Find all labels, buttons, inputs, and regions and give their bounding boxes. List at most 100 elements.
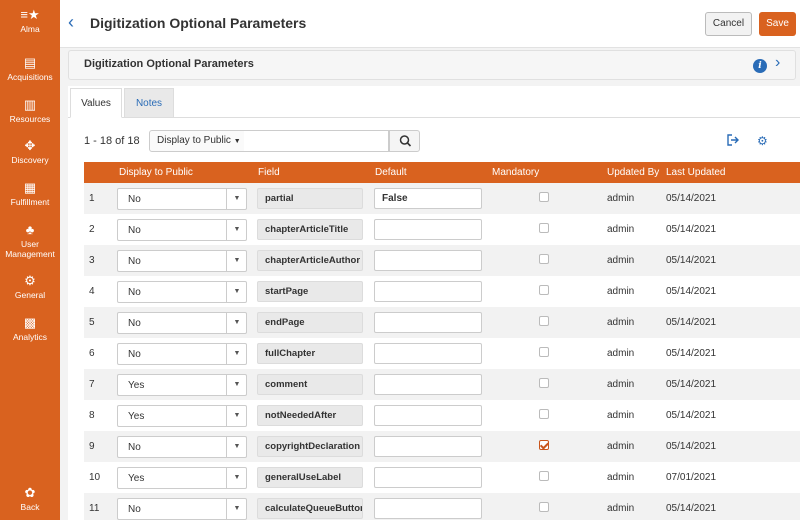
table-row: 4 No ▼ startPage admin 05/14/2021 bbox=[84, 276, 800, 307]
default-value-input[interactable] bbox=[374, 219, 482, 240]
updated-by: admin bbox=[607, 379, 635, 390]
display-to-public-select[interactable]: Yes ▼ bbox=[117, 374, 247, 396]
search-icon bbox=[399, 135, 412, 147]
page-title: Digitization Optional Parameters bbox=[90, 15, 307, 31]
field-name: endPage bbox=[257, 312, 363, 333]
sidebar-item-analytics[interactable]: ▩ Analytics bbox=[0, 315, 60, 342]
save-button[interactable]: Save bbox=[759, 12, 796, 36]
sidebar-back-button[interactable]: ✿ Back bbox=[0, 485, 60, 512]
gear-icon[interactable]: ⚙ bbox=[757, 134, 768, 148]
sidebar-item-acquisitions[interactable]: ▤ Acquisitions bbox=[0, 55, 60, 82]
default-value-input[interactable] bbox=[374, 250, 482, 271]
table-row: 2 No ▼ chapterArticleTitle admin 05/14/2021 bbox=[84, 214, 800, 245]
row-number: 1 bbox=[89, 193, 95, 204]
display-to-public-select[interactable]: No ▼ bbox=[117, 250, 247, 272]
mandatory-checkbox[interactable] bbox=[539, 223, 549, 233]
last-updated: 05/14/2021 bbox=[666, 224, 717, 235]
last-updated: 05/14/2021 bbox=[666, 286, 717, 297]
mandatory-checkbox[interactable] bbox=[539, 440, 549, 450]
default-value-input[interactable] bbox=[374, 467, 482, 488]
tab-notes[interactable]: Notes bbox=[124, 88, 174, 118]
column-header[interactable]: Field bbox=[258, 167, 280, 178]
mandatory-checkbox[interactable] bbox=[539, 378, 549, 388]
display-to-public-select[interactable]: No ▼ bbox=[117, 312, 247, 334]
updated-by: admin bbox=[607, 503, 635, 514]
mandatory-checkbox[interactable] bbox=[539, 409, 549, 419]
mandatory-checkbox[interactable] bbox=[539, 316, 549, 326]
mandatory-checkbox[interactable] bbox=[539, 285, 549, 295]
table-row: 8 Yes ▼ notNeededAfter admin 05/14/2021 bbox=[84, 400, 800, 431]
updated-by: admin bbox=[607, 410, 635, 421]
default-value-input[interactable] bbox=[374, 436, 482, 457]
default-value-input[interactable] bbox=[374, 374, 482, 395]
display-to-public-select[interactable]: Yes ▼ bbox=[117, 467, 247, 489]
search-input[interactable] bbox=[244, 130, 389, 152]
resources-icon: ▥ bbox=[23, 97, 37, 112]
filter-field-select[interactable]: Display to Public ▼ bbox=[149, 130, 245, 152]
alma-menu-icon: ≡★ bbox=[20, 7, 40, 22]
sidebar-item-fulfillment[interactable]: ▦ Fulfillment bbox=[0, 180, 60, 207]
table-row: 11 No ▼ calculateQueueButton admin 05/14/2021 bbox=[84, 493, 800, 520]
tab-values[interactable]: Values bbox=[70, 88, 122, 118]
default-value-input[interactable] bbox=[374, 281, 482, 302]
sidebar-item-alma[interactable]: ≡★ Alma bbox=[0, 7, 60, 34]
row-number: 10 bbox=[89, 472, 101, 483]
display-to-public-value: No bbox=[128, 194, 141, 205]
column-header[interactable]: Updated By bbox=[607, 167, 659, 178]
sidebar-item-resources[interactable]: ▥ Resources bbox=[0, 97, 60, 124]
back-arrow-icon[interactable]: ‹ bbox=[68, 12, 74, 33]
column-header[interactable]: Default bbox=[375, 167, 407, 178]
display-to-public-select[interactable]: No ▼ bbox=[117, 219, 247, 241]
last-updated: 05/14/2021 bbox=[666, 255, 717, 266]
info-icon[interactable]: i bbox=[753, 59, 767, 73]
sidebar-item-general[interactable]: ⚙ General bbox=[0, 273, 60, 300]
table-header: Display to Public Field Default Mandator… bbox=[84, 162, 800, 183]
display-to-public-select[interactable]: No ▼ bbox=[117, 436, 247, 458]
default-value-input[interactable] bbox=[374, 312, 482, 333]
mandatory-checkbox[interactable] bbox=[539, 347, 549, 357]
back-icon: ✿ bbox=[24, 485, 36, 500]
section-title: Digitization Optional Parameters bbox=[84, 58, 254, 70]
acquisitions-icon: ▤ bbox=[23, 55, 37, 70]
last-updated: 05/14/2021 bbox=[666, 348, 717, 359]
default-value-input[interactable] bbox=[374, 498, 482, 519]
display-to-public-select[interactable]: No ▼ bbox=[117, 498, 247, 520]
field-name: generalUseLabel bbox=[257, 467, 363, 488]
mandatory-checkbox[interactable] bbox=[539, 471, 549, 481]
last-updated: 05/14/2021 bbox=[666, 379, 717, 390]
caret-down-icon: ▼ bbox=[233, 138, 241, 145]
mandatory-checkbox[interactable] bbox=[539, 502, 549, 512]
table-row: 6 No ▼ fullChapter admin 05/14/2021 bbox=[84, 338, 800, 369]
column-header[interactable]: Mandatory bbox=[492, 167, 539, 178]
table-row: 3 No ▼ chapterArticleAuthor admin 05/14/2021 bbox=[84, 245, 800, 276]
row-number: 7 bbox=[89, 379, 95, 390]
sidebar-item-discovery[interactable]: ✥ Discovery bbox=[0, 138, 60, 165]
updated-by: admin bbox=[607, 441, 635, 452]
updated-by: admin bbox=[607, 193, 635, 204]
export-icon[interactable] bbox=[726, 133, 740, 147]
row-number: 6 bbox=[89, 348, 95, 359]
search-button[interactable] bbox=[389, 130, 420, 152]
row-number: 4 bbox=[89, 286, 95, 297]
display-to-public-select[interactable]: No ▼ bbox=[117, 188, 247, 210]
column-header[interactable]: Display to Public bbox=[119, 167, 193, 178]
display-to-public-select[interactable]: Yes ▼ bbox=[117, 405, 247, 427]
default-value-input[interactable] bbox=[374, 188, 482, 209]
mandatory-checkbox[interactable] bbox=[539, 192, 549, 202]
default-value-input[interactable] bbox=[374, 343, 482, 364]
sidebar-item-user-management[interactable]: ♣ User Management bbox=[0, 222, 60, 259]
row-number: 5 bbox=[89, 317, 95, 328]
mandatory-checkbox[interactable] bbox=[539, 254, 549, 264]
display-to-public-value: Yes bbox=[128, 411, 145, 422]
display-to-public-select[interactable]: No ▼ bbox=[117, 343, 247, 365]
default-value-input[interactable] bbox=[374, 405, 482, 426]
chevron-right-icon[interactable]: › bbox=[775, 54, 780, 72]
cancel-button[interactable]: Cancel bbox=[705, 12, 752, 36]
display-to-public-select[interactable]: No ▼ bbox=[117, 281, 247, 303]
column-header[interactable]: Last Updated bbox=[666, 167, 726, 178]
table-row: 10 Yes ▼ generalUseLabel admin 07/01/2021 bbox=[84, 462, 800, 493]
discovery-icon: ✥ bbox=[24, 138, 36, 153]
display-to-public-value: No bbox=[128, 442, 141, 453]
content-panel: Values Notes 1 - 18 of 18 Display to Pub… bbox=[68, 86, 800, 520]
table-row: 9 No ▼ copyrightDeclaration admin 05/14/2021 bbox=[84, 431, 800, 462]
